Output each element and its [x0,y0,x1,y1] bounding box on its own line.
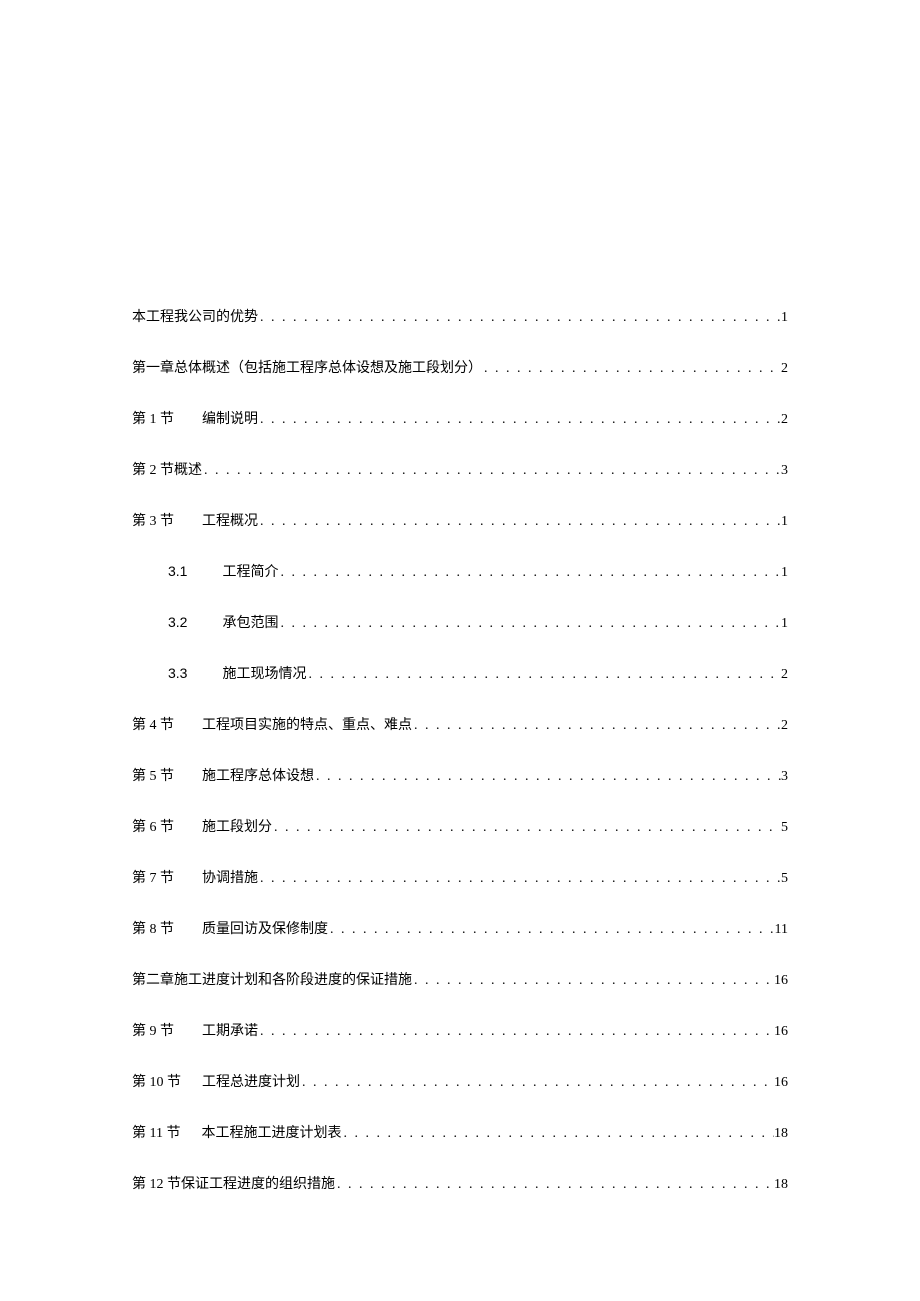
toc-entry-leader-dots: . . . . . . . . . . . . . . . . . . . . … [412,973,774,989]
toc-entry-title: 第二章施工进度计划和各阶段进度的保证措施 [132,969,412,989]
toc-entry-leader-dots: . . . . . . . . . . . . . . . . . . . . … [278,616,781,632]
toc-entry-page: 2 [781,361,788,377]
toc-entry-page: 16 [774,973,788,989]
toc-entry-page: 11 [775,922,788,938]
toc-entry-leader-dots: . . . . . . . . . . . . . . . . . . . . … [328,922,775,938]
toc-entry-label: 第 6 节 [132,816,174,836]
toc-entry-page: 3 [781,463,788,479]
toc-entry-label: 第 5 节 [132,765,174,785]
toc-entry-label: 3.3 [168,665,187,681]
toc-entry-title: 工程简介 [222,561,278,581]
toc-entry-title: 第一章总体概述（包括施工程序总体设想及施工段划分） [132,357,482,377]
toc-entry-gap [174,514,202,530]
toc-entry-label: 第 4 节 [132,714,174,734]
table-of-contents: 本工程我公司的优势. . . . . . . . . . . . . . . .… [132,306,788,1193]
toc-entry-leader-dots: . . . . . . . . . . . . . . . . . . . . … [306,667,781,683]
toc-entry-gap [174,412,202,428]
toc-entry-title: 第 12 节保证工程进度的组织措施 [132,1173,335,1193]
toc-entry-page: 1 [781,565,788,581]
toc-entry-leader-dots: . . . . . . . . . . . . . . . . . . . . … [335,1177,774,1193]
toc-entry-leader-dots: . . . . . . . . . . . . . . . . . . . . … [482,361,781,377]
toc-entry-leader-dots: . . . . . . . . . . . . . . . . . . . . … [202,463,781,479]
toc-entry-title: 施工现场情况 [222,663,306,683]
toc-entry-leader-dots: . . . . . . . . . . . . . . . . . . . . … [258,412,781,428]
toc-entry-title: 本工程我公司的优势 [132,306,258,326]
toc-entry: 3.3 施工现场情况. . . . . . . . . . . . . . . … [132,663,788,683]
toc-entry-label: 第 8 节 [132,918,174,938]
toc-entry: 第 8 节 质量回访及保修制度. . . . . . . . . . . . .… [132,918,788,938]
toc-entry-title: 本工程施工进度计划表 [201,1122,341,1142]
toc-entry-leader-dots: . . . . . . . . . . . . . . . . . . . . … [314,769,781,785]
toc-entry-label: 第 9 节 [132,1020,174,1040]
toc-entry: 第 5 节 施工程序总体设想. . . . . . . . . . . . . … [132,765,788,785]
toc-entry-leader-dots: . . . . . . . . . . . . . . . . . . . . … [258,514,781,530]
toc-entry-page: 2 [781,718,788,734]
toc-entry-page: 16 [774,1024,788,1040]
toc-entry-page: 5 [781,871,788,887]
toc-entry-label: 3.1 [168,563,187,579]
toc-entry-title: 工程项目实施的特点、重点、难点 [202,714,412,734]
toc-entry: 第 12 节保证工程进度的组织措施. . . . . . . . . . . .… [132,1173,788,1193]
toc-entry-leader-dots: . . . . . . . . . . . . . . . . . . . . … [258,310,781,326]
toc-entry: 3.2 承包范围. . . . . . . . . . . . . . . . … [132,612,788,632]
toc-entry-gap [174,1024,202,1040]
toc-entry-label: 第 7 节 [132,867,174,887]
toc-entry: 第 2 节概述. . . . . . . . . . . . . . . . .… [132,459,788,479]
toc-entry-title: 施工程序总体设想 [202,765,314,785]
toc-entry-page: 3 [781,769,788,785]
toc-entry: 第 3 节 工程概况. . . . . . . . . . . . . . . … [132,510,788,530]
toc-entry-gap [174,718,202,734]
toc-entry-page: 1 [781,514,788,530]
toc-entry-gap [187,565,222,581]
toc-entry: 本工程我公司的优势. . . . . . . . . . . . . . . .… [132,306,788,326]
toc-entry-gap [181,1075,202,1091]
toc-entry-gap [174,769,202,785]
toc-entry-label: 3.2 [168,614,187,630]
toc-entry-page: 16 [774,1075,788,1091]
toc-entry: 第 1 节 编制说明. . . . . . . . . . . . . . . … [132,408,788,428]
toc-entry-page: 2 [781,412,788,428]
toc-entry: 第 9 节 工期承诺. . . . . . . . . . . . . . . … [132,1020,788,1040]
toc-entry: 第 7 节 协调措施. . . . . . . . . . . . . . . … [132,867,788,887]
toc-entry-gap [180,1126,201,1142]
toc-entry-page: 18 [774,1177,788,1193]
toc-entry-gap [174,820,202,836]
toc-entry-leader-dots: . . . . . . . . . . . . . . . . . . . . … [341,1126,774,1142]
toc-entry-leader-dots: . . . . . . . . . . . . . . . . . . . . … [272,820,781,836]
toc-entry-page: 2 [781,667,788,683]
toc-entry-title: 工程总进度计划 [202,1071,300,1091]
toc-entry-gap [174,871,202,887]
toc-entry-label: 第 11 节 [132,1122,180,1142]
toc-entry-gap [187,616,222,632]
toc-entry-page: 18 [774,1126,788,1142]
toc-entry: 第 11 节 本工程施工进度计划表. . . . . . . . . . . .… [132,1122,788,1142]
toc-entry-leader-dots: . . . . . . . . . . . . . . . . . . . . … [278,565,781,581]
toc-entry: 3.1 工程简介. . . . . . . . . . . . . . . . … [132,561,788,581]
toc-entry-gap [174,922,202,938]
toc-entry-page: 1 [781,616,788,632]
toc-entry-label: 第 10 节 [132,1071,181,1091]
toc-entry-page: 1 [781,310,788,326]
toc-entry-title: 质量回访及保修制度 [202,918,328,938]
toc-entry-leader-dots: . . . . . . . . . . . . . . . . . . . . … [258,1024,774,1040]
toc-entry-leader-dots: . . . . . . . . . . . . . . . . . . . . … [258,871,781,887]
toc-entry: 第二章施工进度计划和各阶段进度的保证措施. . . . . . . . . . … [132,969,788,989]
toc-entry-leader-dots: . . . . . . . . . . . . . . . . . . . . … [412,718,781,734]
toc-entry-title: 工期承诺 [202,1020,258,1040]
toc-entry-title: 工程概况 [202,510,258,530]
toc-entry: 第 4 节 工程项目实施的特点、重点、难点. . . . . . . . . .… [132,714,788,734]
toc-entry-title: 施工段划分 [202,816,272,836]
toc-entry-title: 编制说明 [202,408,258,428]
toc-entry-page: 5 [781,820,788,836]
toc-entry: 第一章总体概述（包括施工程序总体设想及施工段划分）. . . . . . . .… [132,357,788,377]
toc-entry: 第 10 节 工程总进度计划. . . . . . . . . . . . . … [132,1071,788,1091]
toc-entry-gap [187,667,222,683]
toc-entry-label: 第 3 节 [132,510,174,530]
toc-entry: 第 6 节 施工段划分. . . . . . . . . . . . . . .… [132,816,788,836]
toc-entry-title: 承包范围 [222,612,278,632]
toc-entry-leader-dots: . . . . . . . . . . . . . . . . . . . . … [300,1075,774,1091]
toc-entry-label: 第 1 节 [132,408,174,428]
toc-entry-title: 第 2 节概述 [132,459,202,479]
toc-entry-title: 协调措施 [202,867,258,887]
